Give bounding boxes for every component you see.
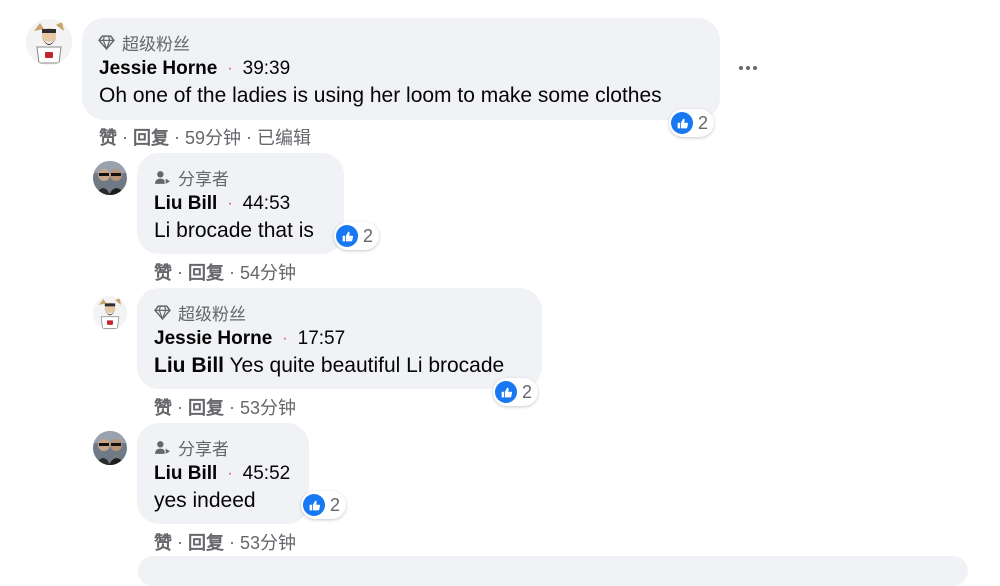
reaction-number: 2 xyxy=(363,225,374,246)
comment-text: Li brocade that is xyxy=(154,219,314,242)
like-button[interactable]: 赞 xyxy=(99,124,117,150)
comment-body: Yes quite beautiful Li brocade xyxy=(224,354,505,377)
comment-actions: 赞 · 回复 · 54分钟 xyxy=(154,259,296,285)
sharer-badge: 分享者 xyxy=(154,435,229,460)
reply-button[interactable]: 回复 xyxy=(188,394,224,420)
author-name[interactable]: Jessie Horne xyxy=(154,328,272,350)
edited-label[interactable]: 已编辑 xyxy=(257,124,311,150)
comment-age[interactable]: 59分钟 xyxy=(185,124,241,150)
avatar[interactable] xyxy=(93,161,127,195)
mention-link[interactable]: Liu Bill xyxy=(154,354,224,377)
diamond-icon xyxy=(98,35,115,51)
reply-button[interactable]: 回复 xyxy=(188,259,224,285)
cartoon-avatar-icon xyxy=(26,19,72,65)
reaction-number: 2 xyxy=(698,112,709,133)
like-button[interactable]: 赞 xyxy=(154,529,172,555)
cartoon-avatar-icon xyxy=(93,296,127,330)
thumbs-up-icon xyxy=(336,225,358,247)
video-timestamp[interactable]: 39:39 xyxy=(243,58,291,80)
photo-avatar-icon xyxy=(93,161,127,195)
meta-separator: · xyxy=(227,60,233,77)
comment-actions: 赞 · 回复 · 53分钟 xyxy=(154,394,296,420)
reply-composer-input[interactable] xyxy=(138,556,968,586)
meta-separator: · xyxy=(282,330,288,347)
reaction-count[interactable]: 2 xyxy=(301,491,347,519)
author-name[interactable]: Liu Bill xyxy=(154,463,217,485)
meta-separator: · xyxy=(227,465,233,482)
more-horizontal-icon[interactable] xyxy=(733,58,763,78)
meta-separator: · xyxy=(227,195,233,212)
superfan-badge: 超级粉丝 xyxy=(154,300,246,325)
video-timestamp[interactable]: 44:53 xyxy=(243,193,291,215)
avatar[interactable] xyxy=(93,296,127,330)
comment-text: yes indeed xyxy=(154,489,256,512)
video-timestamp[interactable]: 45:52 xyxy=(243,463,291,485)
photo-avatar-icon xyxy=(93,431,127,465)
reaction-count[interactable]: 2 xyxy=(493,378,539,406)
comment-meta: Liu Bill · 44:53 xyxy=(154,193,290,215)
comment-meta: Jessie Horne · 17:57 xyxy=(154,328,345,350)
person-share-icon xyxy=(155,441,170,454)
badge-label: 超级粉丝 xyxy=(178,305,246,324)
reply-button[interactable]: 回复 xyxy=(188,529,224,555)
reaction-number: 2 xyxy=(522,381,533,402)
comment-age[interactable]: 53分钟 xyxy=(240,394,296,420)
video-timestamp[interactable]: 17:57 xyxy=(298,328,346,350)
like-button[interactable]: 赞 xyxy=(154,394,172,420)
thumbs-up-icon xyxy=(303,494,325,516)
like-button[interactable]: 赞 xyxy=(154,259,172,285)
badge-label: 分享者 xyxy=(178,440,229,459)
comment-text: Oh one of the ladies is using her loom t… xyxy=(99,84,662,107)
person-share-icon xyxy=(155,171,170,184)
comment-meta: Liu Bill · 45:52 xyxy=(154,463,290,485)
avatar[interactable] xyxy=(26,19,72,65)
sharer-badge: 分享者 xyxy=(154,165,229,190)
reaction-number: 2 xyxy=(330,494,341,515)
reply-button[interactable]: 回复 xyxy=(133,124,169,150)
comment-meta: Jessie Horne · 39:39 xyxy=(99,58,290,80)
avatar[interactable] xyxy=(93,431,127,465)
author-name[interactable]: Liu Bill xyxy=(154,193,217,215)
badge-label: 分享者 xyxy=(178,170,229,189)
reaction-count[interactable]: 2 xyxy=(669,109,715,137)
diamond-icon xyxy=(154,305,171,321)
comment-actions: 赞 · 回复 · 59分钟 · 已编辑 xyxy=(99,124,311,150)
superfan-badge: 超级粉丝 xyxy=(98,30,190,55)
thumbs-up-icon xyxy=(495,381,517,403)
comment-age[interactable]: 54分钟 xyxy=(240,259,296,285)
author-name[interactable]: Jessie Horne xyxy=(99,58,217,80)
comment-text: Liu Bill Yes quite beautiful Li brocade xyxy=(154,354,504,378)
badge-label: 超级粉丝 xyxy=(122,35,190,54)
comment-actions: 赞 · 回复 · 53分钟 xyxy=(154,529,296,555)
reaction-count[interactable]: 2 xyxy=(334,222,380,250)
comment-age[interactable]: 53分钟 xyxy=(240,529,296,555)
thumbs-up-icon xyxy=(671,112,693,134)
